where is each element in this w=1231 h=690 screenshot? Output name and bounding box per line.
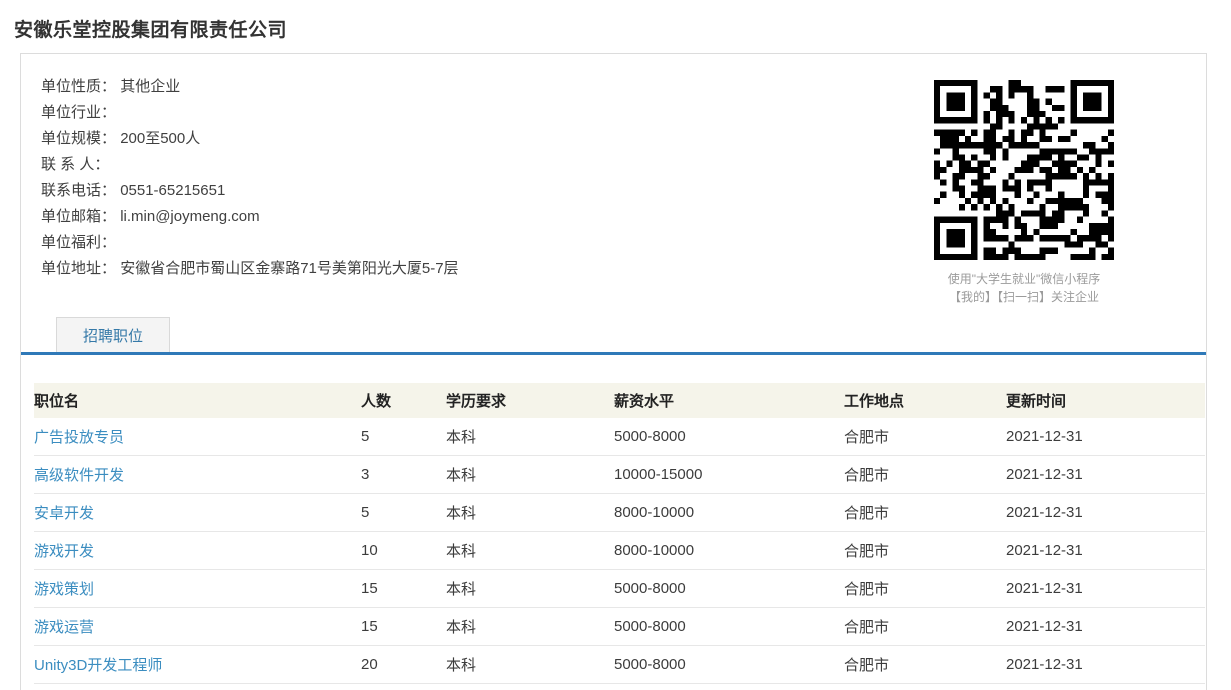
jobs-col-header: 薪资水平 <box>614 383 844 418</box>
qr-caption-line2: 【我的】【扫一扫】关注企业 <box>934 288 1114 306</box>
cell-education: 本科 <box>446 532 614 570</box>
jobs-col-header: 工作地点 <box>844 383 1006 418</box>
cell-updated: 2021-12-31 <box>1006 570 1205 608</box>
detail-value: li.min@joymeng.com <box>120 208 259 225</box>
cell-updated: 2021-12-31 <box>1006 494 1205 532</box>
cell-name: 游戏策划 <box>34 570 361 608</box>
cell-education: 本科 <box>446 456 614 494</box>
page-title: 安徽乐堂控股集团有限责任公司 <box>14 15 1231 42</box>
job-link[interactable]: 安卓开发 <box>34 505 94 522</box>
cell-salary: 5000-8000 <box>614 646 844 684</box>
detail-label: 单位行业： <box>41 104 116 121</box>
cell-salary: 8000-10000 <box>614 532 844 570</box>
tab-bar: 招聘职位 <box>21 317 1206 355</box>
company-card: 单位性质： 其他企业单位行业： 单位规模： 200至500人联 系 人： 联系电… <box>20 53 1207 690</box>
cell-count: 15 <box>361 608 446 646</box>
detail-value: 200至500人 <box>120 130 200 147</box>
tab-recruit-positions[interactable]: 招聘职位 <box>56 317 170 352</box>
cell-education: 本科 <box>446 646 614 684</box>
jobs-col-header: 人数 <box>361 383 446 418</box>
detail-label: 联 系 人： <box>41 156 109 173</box>
cell-updated: 2021-12-31 <box>1006 456 1205 494</box>
detail-label: 单位地址： <box>41 260 116 277</box>
cell-updated: 2021-12-31 <box>1006 418 1205 456</box>
cell-count: 5 <box>361 418 446 456</box>
cell-salary: 8000-10000 <box>614 494 844 532</box>
job-link[interactable]: 高级软件开发 <box>34 467 124 484</box>
detail-value: 其他企业 <box>120 78 180 95</box>
table-row: 游戏运营 15本科5000-8000合肥市2021-12-31 <box>34 608 1205 646</box>
cell-location: 合肥市 <box>844 646 1006 684</box>
cell-name: Unity3D开发工程师 <box>34 646 361 684</box>
cell-salary: 10000-15000 <box>614 456 844 494</box>
table-row: 游戏开发 10本科8000-10000合肥市2021-12-31 <box>34 532 1205 570</box>
cell-location: 合肥市 <box>844 532 1006 570</box>
qr-code-image <box>934 80 1114 260</box>
jobs-col-header: 职位名 <box>34 383 361 418</box>
jobs-table: 职位名人数学历要求薪资水平工作地点更新时间 广告投放专员5本科5000-8000… <box>34 383 1205 684</box>
detail-label: 单位邮箱： <box>41 208 116 225</box>
detail-label: 单位性质： <box>41 78 116 95</box>
cell-location: 合肥市 <box>844 570 1006 608</box>
table-row: 广告投放专员 5本科5000-8000合肥市2021-12-31 <box>34 418 1205 456</box>
cell-updated: 2021-12-31 <box>1006 646 1205 684</box>
cell-count: 15 <box>361 570 446 608</box>
table-row: 游戏策划 15本科5000-8000合肥市2021-12-31 <box>34 570 1205 608</box>
cell-name: 游戏运营 <box>34 608 361 646</box>
cell-updated: 2021-12-31 <box>1006 532 1205 570</box>
cell-salary: 5000-8000 <box>614 570 844 608</box>
cell-name: 高级软件开发 <box>34 456 361 494</box>
detail-label: 联系电话： <box>41 182 116 199</box>
jobs-table-header-row: 职位名人数学历要求薪资水平工作地点更新时间 <box>34 383 1205 418</box>
qr-block: 使用"大学生就业"微信小程序 【我的】【扫一扫】关注企业 <box>934 80 1114 306</box>
job-link[interactable]: 游戏运营 <box>34 619 94 636</box>
cell-count: 5 <box>361 494 446 532</box>
detail-value: 0551-65215651 <box>120 182 225 199</box>
cell-location: 合肥市 <box>844 456 1006 494</box>
table-row: 安卓开发 5本科8000-10000合肥市2021-12-31 <box>34 494 1205 532</box>
cell-location: 合肥市 <box>844 494 1006 532</box>
cell-education: 本科 <box>446 608 614 646</box>
cell-name: 游戏开发 <box>34 532 361 570</box>
cell-education: 本科 <box>446 494 614 532</box>
cell-count: 3 <box>361 456 446 494</box>
cell-salary: 5000-8000 <box>614 608 844 646</box>
cell-count: 20 <box>361 646 446 684</box>
detail-value: 安徽省合肥市蜀山区金寨路71号美第阳光大厦5-7层 <box>120 260 458 277</box>
cell-updated: 2021-12-31 <box>1006 608 1205 646</box>
cell-location: 合肥市 <box>844 608 1006 646</box>
cell-salary: 5000-8000 <box>614 418 844 456</box>
table-row: Unity3D开发工程师 20本科5000-8000合肥市2021-12-31 <box>34 646 1205 684</box>
cell-education: 本科 <box>446 418 614 456</box>
cell-name: 安卓开发 <box>34 494 361 532</box>
cell-count: 10 <box>361 532 446 570</box>
qr-caption: 使用"大学生就业"微信小程序 【我的】【扫一扫】关注企业 <box>934 270 1114 306</box>
job-link[interactable]: 游戏开发 <box>34 543 94 560</box>
cell-education: 本科 <box>446 570 614 608</box>
jobs-col-header: 更新时间 <box>1006 383 1205 418</box>
job-link[interactable]: 广告投放专员 <box>34 429 124 446</box>
table-row: 高级软件开发 3本科10000-15000合肥市2021-12-31 <box>34 456 1205 494</box>
cell-name: 广告投放专员 <box>34 418 361 456</box>
job-link[interactable]: Unity3D开发工程师 <box>34 657 162 674</box>
jobs-col-header: 学历要求 <box>446 383 614 418</box>
detail-label: 单位规模： <box>41 130 116 147</box>
job-link[interactable]: 游戏策划 <box>34 581 94 598</box>
qr-caption-line1: 使用"大学生就业"微信小程序 <box>934 270 1114 288</box>
cell-location: 合肥市 <box>844 418 1006 456</box>
detail-label: 单位福利： <box>41 234 116 251</box>
